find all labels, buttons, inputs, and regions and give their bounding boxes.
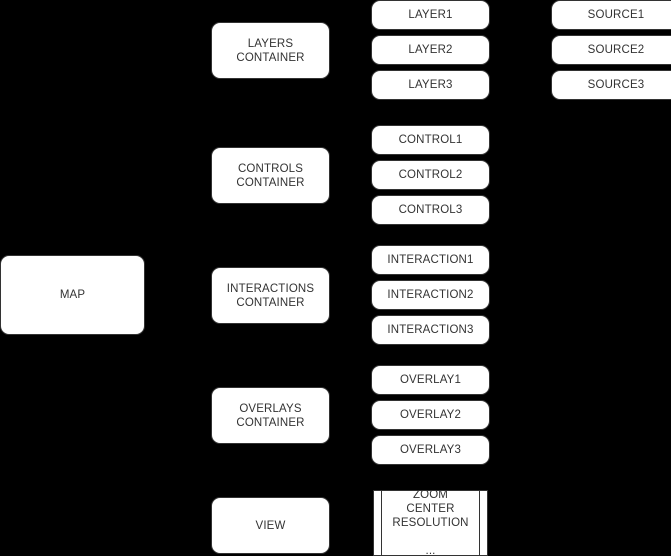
node-overlays-container[interactable]: OVERLAYS CONTAINER xyxy=(211,387,330,444)
node-label: LAYER3 xyxy=(408,79,453,91)
node-label: INTERACTION3 xyxy=(387,324,474,336)
node-layer3[interactable]: LAYER3 xyxy=(371,70,490,100)
node-label: ZOOM CENTER RESOLUTION ... xyxy=(392,490,469,556)
node-label: OVERLAY1 xyxy=(399,374,462,386)
node-source3[interactable]: SOURCE3 xyxy=(551,70,671,100)
frame-rule-right-icon xyxy=(479,491,480,555)
node-interaction2[interactable]: INTERACTION2 xyxy=(371,280,490,310)
node-controls-container[interactable]: CONTROLS CONTAINER xyxy=(211,147,330,204)
node-layer2[interactable]: LAYER2 xyxy=(371,35,490,65)
node-label: CONTROL1 xyxy=(398,134,463,146)
node-label: CONTROLS CONTAINER xyxy=(236,162,305,189)
node-layer1[interactable]: LAYER1 xyxy=(371,0,490,30)
node-label: CONTROL3 xyxy=(398,204,463,216)
node-overlay3[interactable]: OVERLAY3 xyxy=(371,435,490,465)
node-interaction1[interactable]: INTERACTION1 xyxy=(371,245,490,275)
node-label: OVERLAYS CONTAINER xyxy=(236,402,305,429)
node-interactions-container[interactable]: INTERACTIONS CONTAINER xyxy=(211,267,330,324)
node-label: LAYER1 xyxy=(408,9,453,21)
node-source1[interactable]: SOURCE1 xyxy=(551,0,671,30)
node-label: INTERACTION2 xyxy=(387,289,474,301)
node-label: LAYERS CONTAINER xyxy=(236,37,305,64)
node-label: OVERLAY2 xyxy=(399,409,462,421)
node-overlay2[interactable]: OVERLAY2 xyxy=(371,400,490,430)
frame-rule-left-icon xyxy=(381,491,382,555)
node-label: VIEW xyxy=(255,519,286,532)
node-label: SOURCE1 xyxy=(587,9,645,21)
node-view-properties[interactable]: ZOOM CENTER RESOLUTION ... xyxy=(373,490,488,556)
node-label: SOURCE2 xyxy=(587,44,645,56)
node-label: CONTROL2 xyxy=(398,169,463,181)
node-label: SOURCE3 xyxy=(587,79,645,91)
diagram-canvas: MAP LAYERS CONTAINER CONTROLS CONTAINER … xyxy=(0,0,671,556)
node-label: OVERLAY3 xyxy=(399,444,462,456)
node-control3[interactable]: CONTROL3 xyxy=(371,195,490,225)
node-label: INTERACTION1 xyxy=(387,254,474,266)
node-map[interactable]: MAP xyxy=(0,255,145,335)
node-source2[interactable]: SOURCE2 xyxy=(551,35,671,65)
node-control2[interactable]: CONTROL2 xyxy=(371,160,490,190)
node-overlay1[interactable]: OVERLAY1 xyxy=(371,365,490,395)
node-label: MAP xyxy=(59,289,86,301)
node-interaction3[interactable]: INTERACTION3 xyxy=(371,315,490,345)
node-label: LAYER2 xyxy=(408,44,453,56)
node-label: INTERACTIONS CONTAINER xyxy=(226,282,315,309)
node-layers-container[interactable]: LAYERS CONTAINER xyxy=(211,22,330,79)
node-control1[interactable]: CONTROL1 xyxy=(371,125,490,155)
node-view[interactable]: VIEW xyxy=(211,497,330,554)
